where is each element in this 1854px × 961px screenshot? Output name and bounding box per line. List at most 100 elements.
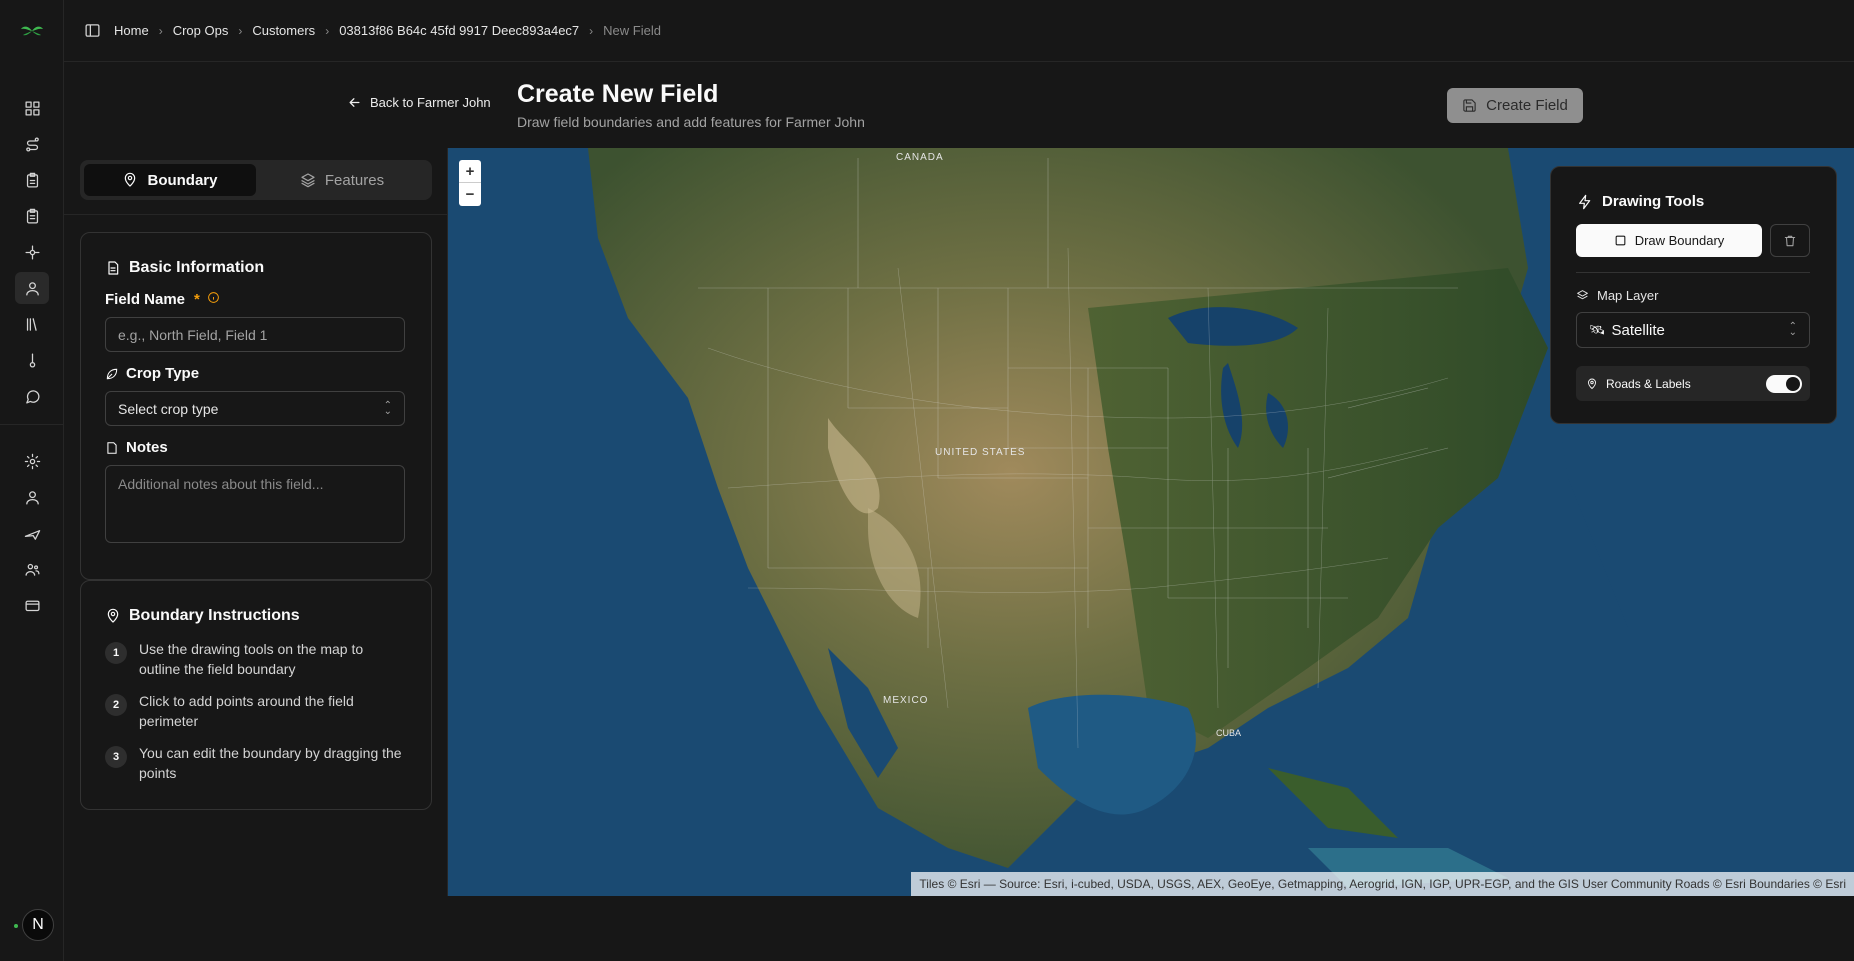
drawing-tools-title: Drawing Tools bbox=[1602, 193, 1705, 210]
route-icon[interactable] bbox=[20, 132, 44, 156]
breadcrumb-current: New Field bbox=[603, 23, 661, 38]
dashboard-icon[interactable] bbox=[20, 96, 44, 120]
breadcrumb-customers[interactable]: Customers bbox=[252, 23, 315, 38]
instructions-title: Boundary Instructions bbox=[129, 607, 300, 624]
chevron-right-icon: › bbox=[158, 23, 163, 38]
tab-features[interactable]: Features bbox=[256, 164, 428, 196]
draw-boundary-label: Draw Boundary bbox=[1634, 233, 1725, 248]
tools-divider bbox=[1576, 272, 1810, 273]
roads-labels-toggle[interactable] bbox=[1766, 375, 1802, 393]
clipboard-list-icon[interactable] bbox=[20, 204, 44, 228]
status-dot bbox=[14, 924, 18, 928]
back-link-label: Back to Farmer John bbox=[370, 95, 491, 110]
back-link[interactable]: Back to Farmer John bbox=[347, 95, 491, 110]
tab-list: Boundary Features bbox=[80, 160, 432, 200]
chevron-updown-icon: ⌃ ⌄ bbox=[383, 399, 392, 417]
required-marker: * bbox=[194, 291, 200, 308]
layers-icon bbox=[301, 173, 315, 188]
note-icon bbox=[107, 441, 117, 454]
chevron-right-icon: › bbox=[589, 23, 594, 38]
zoom-in-button[interactable]: + bbox=[459, 160, 481, 183]
label-mexico: MEXICO bbox=[883, 695, 928, 706]
tab-features-label: Features bbox=[324, 171, 385, 189]
tab-boundary-label: Boundary bbox=[147, 171, 218, 189]
trash-icon bbox=[1784, 235, 1796, 246]
step-text: Use the drawing tools on the map to outl… bbox=[139, 641, 364, 677]
document-icon bbox=[108, 261, 119, 275]
breadcrumb-home[interactable]: Home bbox=[114, 23, 149, 38]
lightning-icon bbox=[1579, 194, 1591, 209]
chevron-right-icon: › bbox=[238, 23, 243, 38]
map-pin-icon bbox=[125, 172, 136, 187]
team-icon[interactable] bbox=[20, 557, 44, 581]
step-number: 2 bbox=[105, 694, 127, 716]
map-pin-icon bbox=[1588, 378, 1596, 389]
arrow-left-icon bbox=[349, 98, 360, 107]
map-pin-icon bbox=[107, 608, 119, 623]
instruction-step: 2 Click to add points around the field p… bbox=[105, 691, 405, 731]
thermometer-icon[interactable] bbox=[20, 348, 44, 372]
drawing-tools-panel: Drawing Tools Draw Boundary Map Layer 🛰 … bbox=[1550, 166, 1837, 424]
instruction-step: 3 You can edit the boundary by dragging … bbox=[105, 743, 405, 783]
logo-icon[interactable] bbox=[20, 22, 44, 40]
map-attribution: Tiles © Esri — Source: Esri, i-cubed, US… bbox=[911, 872, 1854, 896]
breadcrumb-customer-id[interactable]: 03813f86 B64c 45fd 9917 Deec893a4ec7 bbox=[339, 23, 579, 38]
notes-textarea[interactable]: Additional notes about this field... bbox=[105, 465, 405, 543]
breadcrumb-crop-ops[interactable]: Crop Ops bbox=[173, 23, 229, 38]
delete-boundary-button[interactable] bbox=[1770, 224, 1810, 257]
instructions-card: Boundary Instructions 1 Use the drawing … bbox=[80, 580, 432, 810]
library-icon[interactable] bbox=[20, 312, 44, 336]
roads-labels-row: Roads & Labels bbox=[1576, 366, 1810, 401]
crop-type-label: Crop Type bbox=[105, 365, 199, 382]
integration-icon[interactable] bbox=[20, 240, 44, 264]
draw-boundary-button[interactable]: Draw Boundary bbox=[1576, 224, 1762, 257]
create-field-label: Create Field bbox=[1486, 97, 1568, 114]
form-panel: Boundary Features Basic Information Fiel… bbox=[64, 148, 448, 896]
breadcrumb: Home › Crop Ops › Customers › 03813f86 B… bbox=[114, 23, 661, 38]
chevron-right-icon: › bbox=[325, 23, 330, 38]
topbar: Home › Crop Ops › Customers › 03813f86 B… bbox=[64, 0, 1854, 62]
settings-icon[interactable] bbox=[20, 449, 44, 473]
instructions-heading: Boundary Instructions bbox=[105, 607, 300, 625]
customers-icon[interactable] bbox=[15, 272, 49, 304]
panel-divider bbox=[64, 214, 448, 215]
label-cuba: CUBA bbox=[1216, 728, 1241, 738]
zoom-out-button[interactable]: − bbox=[459, 183, 481, 206]
crop-type-label-text: Crop Type bbox=[126, 365, 200, 382]
crop-type-select[interactable]: Select crop type ⌃ ⌄ bbox=[105, 391, 405, 426]
field-name-input[interactable]: e.g., North Field, Field 1 bbox=[105, 317, 405, 352]
tab-boundary[interactable]: Boundary bbox=[84, 164, 256, 196]
user-icon[interactable] bbox=[20, 485, 44, 509]
avatar[interactable]: N bbox=[22, 909, 54, 941]
step-number: 3 bbox=[105, 746, 127, 768]
map-layer-value: Satellite bbox=[1611, 321, 1665, 339]
save-icon bbox=[1463, 99, 1476, 112]
satellite-icon: 🛰 bbox=[1589, 322, 1606, 337]
chevron-updown-icon: ⌃ ⌄ bbox=[1788, 321, 1797, 338]
field-name-label: Field Name * bbox=[105, 291, 220, 308]
rail-divider bbox=[0, 424, 64, 425]
basic-info-title: Basic Information bbox=[129, 259, 265, 276]
crop-type-value: Select crop type bbox=[118, 400, 219, 417]
roads-labels-label: Roads & Labels bbox=[1606, 376, 1691, 391]
billing-icon[interactable] bbox=[20, 593, 44, 617]
step-number: 1 bbox=[105, 642, 127, 664]
notes-label-text: Notes bbox=[126, 439, 168, 456]
notes-label: Notes bbox=[105, 439, 168, 456]
basic-info-card: Basic Information Field Name * e.g., Nor… bbox=[80, 232, 432, 580]
clipboard-icon[interactable] bbox=[20, 168, 44, 192]
map-layer-select[interactable]: 🛰 Satellite ⌃ ⌄ bbox=[1576, 312, 1810, 348]
sidebar-toggle-icon[interactable] bbox=[80, 19, 104, 43]
page-title: Create New Field bbox=[517, 80, 719, 108]
create-field-button[interactable]: Create Field bbox=[1447, 88, 1583, 123]
label-canada: CANADA bbox=[896, 152, 944, 163]
drawing-tools-heading: Drawing Tools bbox=[1577, 193, 1704, 210]
basic-info-heading: Basic Information bbox=[105, 259, 264, 277]
info-icon[interactable] bbox=[207, 291, 220, 308]
plane-icon[interactable] bbox=[20, 521, 44, 545]
map-layer-selected: 🛰 Satellite bbox=[1589, 322, 1665, 339]
step-text: Click to add points around the field per… bbox=[139, 693, 354, 729]
chat-icon[interactable] bbox=[20, 384, 44, 408]
step-text: You can edit the boundary by dragging th… bbox=[139, 745, 402, 781]
page-header: Back to Farmer John Create New Field Dra… bbox=[64, 62, 1854, 148]
